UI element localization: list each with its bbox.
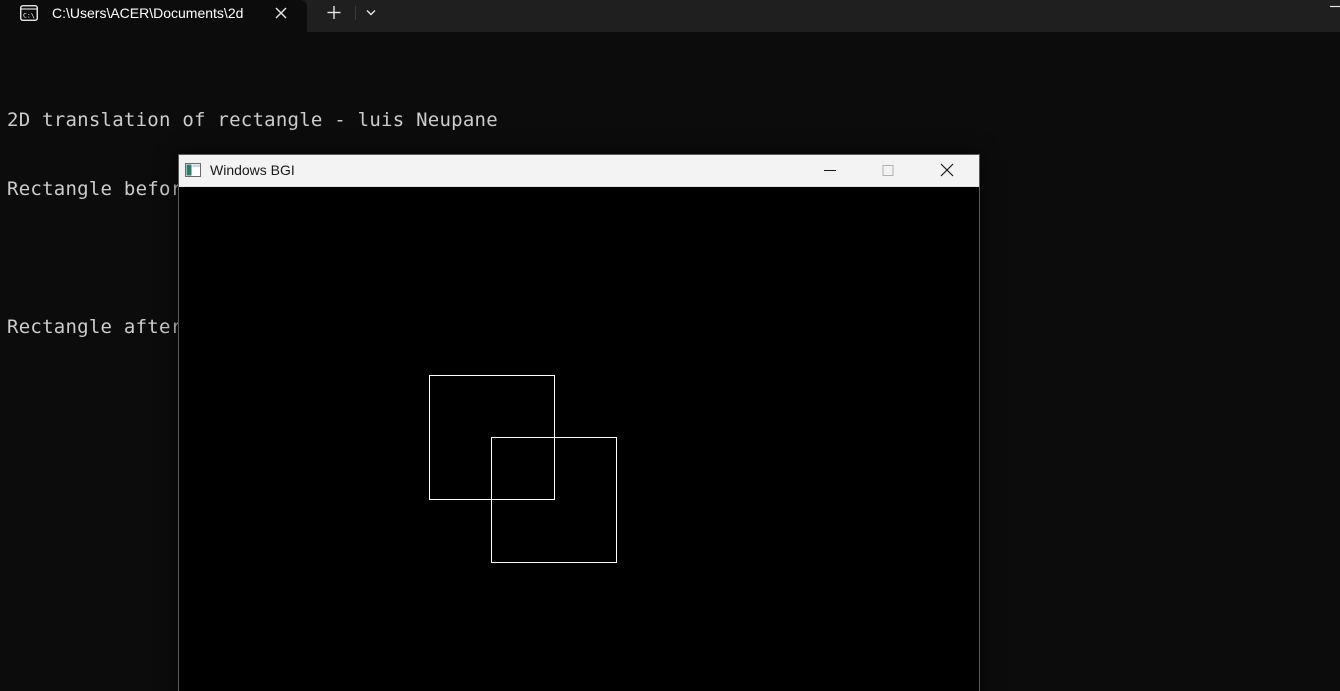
bgi-canvas	[179, 187, 979, 691]
svg-text:C:\: C:\	[23, 12, 35, 20]
bgi-titlebar[interactable]: Windows BGI	[179, 155, 979, 187]
bgi-window[interactable]: Windows BGI	[178, 154, 980, 691]
minimize-button[interactable]	[802, 155, 860, 186]
close-icon	[940, 163, 954, 177]
terminal-line: 2D translation of rectangle - luis Neupa…	[7, 109, 498, 131]
chevron-down-icon[interactable]	[361, 3, 381, 23]
command-prompt-icon: C:\	[20, 5, 38, 21]
close-button[interactable]	[919, 155, 977, 186]
tab-separator	[355, 6, 356, 20]
terminal-tab-strip: C:\ C:\Users\ACER\Documents\2d	[0, 0, 1340, 32]
maximize-button[interactable]	[860, 155, 918, 186]
tab-title: C:\Users\ACER\Documents\2d	[52, 5, 244, 21]
desktop-screen: C:\ C:\Users\ACER\Documents\2d 2D transl…	[0, 0, 1340, 691]
minimize-icon	[824, 170, 836, 171]
window-minimize-icon[interactable]	[1322, 0, 1340, 14]
plus-icon[interactable]	[323, 2, 345, 24]
terminal-tab[interactable]: C:\ C:\Users\ACER\Documents\2d	[0, 0, 307, 32]
maximize-icon	[882, 165, 894, 176]
tab-close-icon[interactable]	[272, 4, 290, 22]
app-window-icon	[185, 163, 201, 177]
bgi-window-title: Windows BGI	[210, 162, 295, 178]
